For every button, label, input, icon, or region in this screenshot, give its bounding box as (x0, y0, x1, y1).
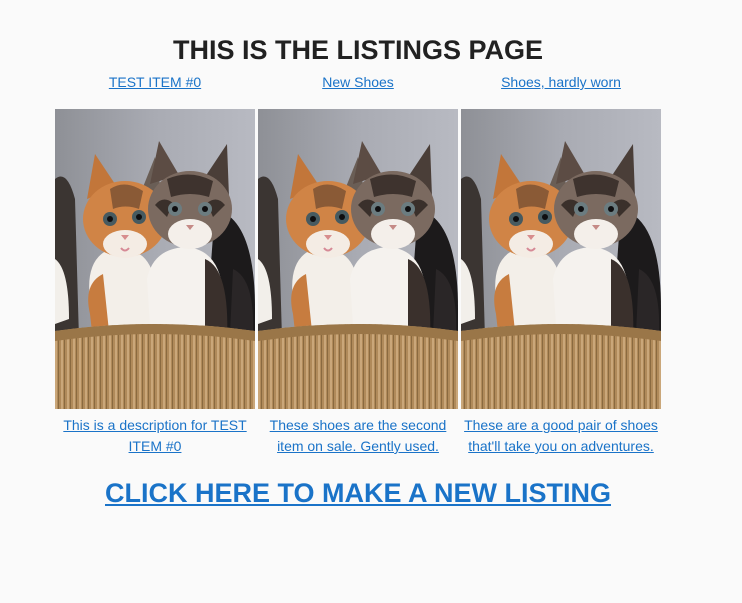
listing-description-link[interactable]: These shoes are the second item on sale.… (260, 415, 456, 457)
listings-grid: TEST ITEM #0 This is a description for T… (55, 70, 661, 457)
listing-description-link[interactable]: These are a good pair of shoes that'll t… (463, 415, 659, 457)
listing-title-link[interactable]: New Shoes (322, 70, 394, 94)
listing-title-link[interactable]: Shoes, hardly worn (501, 70, 621, 94)
listing-card: Shoes, hardly worn These are a good pair… (461, 70, 661, 457)
listing-title-link[interactable]: TEST ITEM #0 (109, 70, 201, 94)
listing-image[interactable] (461, 109, 661, 409)
listing-card: New Shoes These shoes are the second ite… (258, 70, 458, 457)
listing-image[interactable] (55, 109, 255, 409)
new-listing-link[interactable]: CLICK HERE TO MAKE A NEW LISTING (55, 476, 661, 510)
listing-description-link[interactable]: This is a description for TEST ITEM #0 (57, 415, 253, 457)
listing-image[interactable] (258, 109, 458, 409)
page-title: THIS IS THE LISTINGS PAGE (172, 35, 544, 65)
listings-page: THIS IS THE LISTINGS PAGE TEST ITEM #0 T… (0, 0, 742, 603)
listing-card: TEST ITEM #0 This is a description for T… (55, 70, 255, 457)
